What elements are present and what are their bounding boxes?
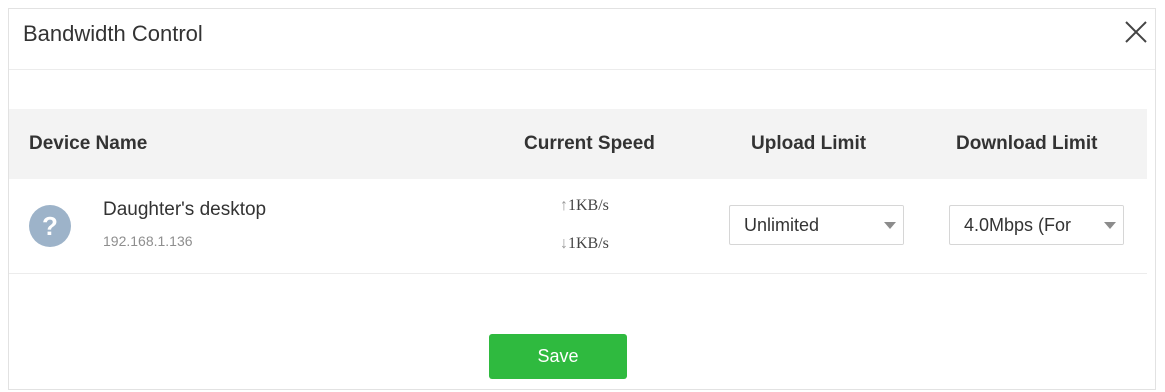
save-button[interactable]: Save (489, 334, 627, 379)
dialog-title: Bandwidth Control (23, 21, 203, 46)
download-limit-value: 4.0Mbps (For (964, 215, 1072, 235)
device-name: Daughter's desktop (103, 199, 267, 220)
table-header: Device Name Current Speed Upload Limit D… (9, 109, 1147, 179)
upload-limit-select[interactable]: Unlimited (729, 205, 904, 245)
header-current-speed: Current Speed (524, 133, 655, 154)
dialog-header: Bandwidth Control (9, 9, 1155, 70)
device-ip: 192.168.1.136 (103, 233, 193, 249)
download-speed-value: 1KB/s (568, 235, 609, 252)
download-limit-select[interactable]: 4.0Mbps (For (949, 205, 1124, 245)
download-speed: ↓1KB/s (560, 235, 609, 253)
table-row: ? Daughter's desktop 192.168.1.136 ↑1KB/… (9, 179, 1147, 274)
question-mark-icon: ? (29, 205, 71, 247)
upload-speed-value: 1KB/s (568, 197, 609, 214)
arrow-down-icon: ↓ (560, 235, 568, 252)
arrow-up-icon: ↑ (560, 197, 568, 214)
header-upload-limit: Upload Limit (751, 133, 867, 154)
chevron-down-icon (879, 206, 903, 244)
bandwidth-control-dialog: Bandwidth Control Device Name Current Sp… (8, 8, 1156, 390)
upload-speed: ↑1KB/s (560, 197, 609, 215)
close-icon[interactable] (1119, 15, 1153, 49)
header-download-limit: Download Limit (956, 133, 1098, 154)
chevron-down-icon (1099, 206, 1123, 244)
header-device-name: Device Name (29, 133, 148, 154)
upload-limit-value: Unlimited (744, 215, 820, 235)
